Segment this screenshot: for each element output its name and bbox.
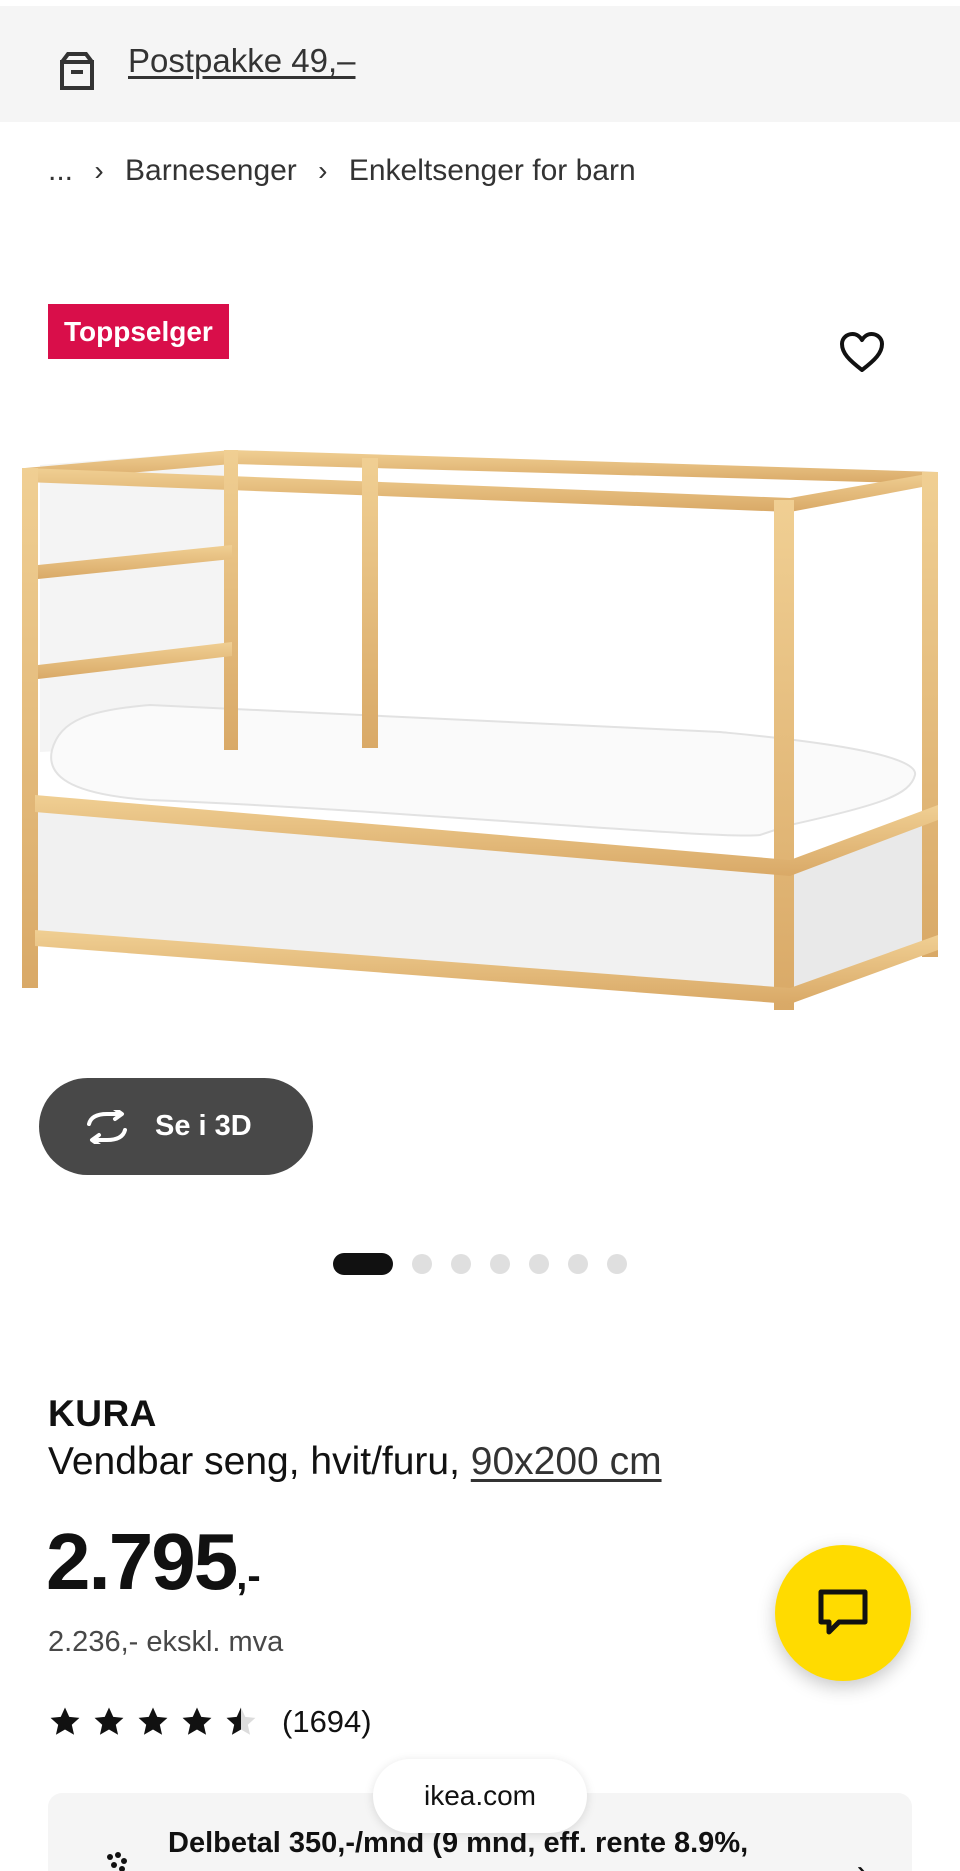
shipping-banner[interactable]: Postpakke 49,–: [0, 6, 960, 122]
star-full-icon: [182, 1707, 212, 1735]
breadcrumb-item-enkeltsenger[interactable]: Enkeltsenger for barn: [349, 154, 636, 188]
breadcrumb-separator: ›: [318, 155, 328, 186]
installment-icon: [107, 1852, 127, 1871]
chevron-right-icon: ›: [857, 1853, 868, 1871]
star-half-icon: [226, 1707, 256, 1735]
star-full-icon: [138, 1707, 168, 1735]
price-suffix: ,-: [236, 1554, 261, 1598]
carousel-dot[interactable]: [529, 1254, 549, 1274]
star-full-icon: [94, 1707, 124, 1735]
carousel-dot[interactable]: [568, 1254, 588, 1274]
carousel-dot[interactable]: [451, 1254, 471, 1274]
breadcrumb-item-barnesenger[interactable]: Barnesenger: [125, 154, 297, 188]
price-ex-vat: 2.236,- ekskl. mva: [48, 1626, 284, 1658]
product-size-link[interactable]: 90x200 cm: [471, 1440, 662, 1483]
heart-icon: [840, 332, 884, 372]
product-image[interactable]: [0, 420, 960, 1040]
top-seller-badge: Toppselger: [48, 304, 229, 359]
carousel-dot-active[interactable]: [333, 1253, 393, 1275]
product-description: Vendbar seng, hvit/furu, 90x200 cm: [48, 1440, 662, 1484]
favorite-button[interactable]: [836, 326, 888, 378]
breadcrumb-ellipsis[interactable]: ...: [48, 154, 73, 188]
product-price: 2.795 ,-: [46, 1522, 261, 1602]
view-3d-label: Se i 3D: [155, 1110, 252, 1142]
product-name: KURA: [48, 1393, 157, 1434]
shipping-link[interactable]: Postpakke 49,–: [128, 42, 356, 80]
product-type: Vendbar seng, hvit/furu,: [48, 1440, 471, 1483]
rotate-3d-icon: [87, 1109, 127, 1144]
review-count[interactable]: (1694): [282, 1704, 372, 1740]
carousel-dot[interactable]: [412, 1254, 432, 1274]
chat-icon: [818, 1589, 868, 1635]
product-rating[interactable]: (1694): [48, 1704, 372, 1740]
breadcrumb-separator: ›: [94, 155, 104, 186]
package-icon: [60, 52, 94, 90]
carousel-dot[interactable]: [490, 1254, 510, 1274]
carousel-indicator: [333, 1253, 627, 1275]
chat-button[interactable]: [775, 1545, 911, 1681]
price-amount: 2.795: [46, 1517, 238, 1606]
view-3d-button[interactable]: Se i 3D: [39, 1078, 313, 1175]
carousel-dot[interactable]: [607, 1254, 627, 1274]
star-full-icon: [50, 1707, 80, 1735]
breadcrumb: ... › Barnesenger › Enkeltsenger for bar…: [48, 154, 636, 188]
rating-stars: [48, 1705, 258, 1739]
browser-url-pill[interactable]: ikea.com: [373, 1759, 587, 1833]
